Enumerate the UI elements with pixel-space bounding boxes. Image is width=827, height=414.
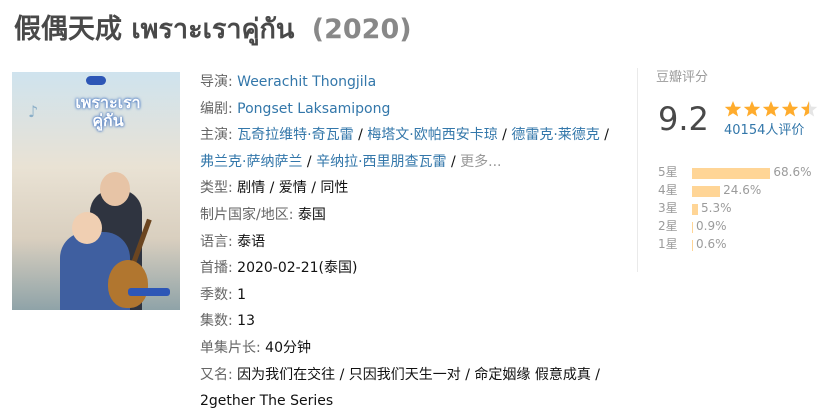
rating-stars xyxy=(724,100,818,118)
rating-breakdown: 5星 68.6% 4星 24.6% 3星 5.3% 2星 0.9% 1星 0.6% xyxy=(658,163,827,253)
cast-link-3[interactable]: 德雷克·莱德克 xyxy=(511,127,599,143)
poster-badge xyxy=(128,288,170,296)
rating-bar-label: 1星 xyxy=(658,237,678,251)
guitar xyxy=(108,260,148,308)
country-value: 泰国 xyxy=(297,206,326,223)
rating-bar-row: 5星 68.6% xyxy=(658,163,827,181)
seasons-label: 季数 xyxy=(200,286,228,303)
rating-bar-pct: 5.3% xyxy=(701,201,732,215)
poster-title-line1: เพราะเรา xyxy=(75,93,141,112)
rating-bar xyxy=(692,240,693,251)
cast-link-2[interactable]: 梅塔文·欧帕西安卡琼 xyxy=(367,127,497,143)
music-note-icon: ♪ xyxy=(28,102,39,121)
poster-title: เพราะเรา คู่กัน xyxy=(68,94,148,130)
rating-bar-pct: 68.6% xyxy=(773,165,812,179)
rating-bar-label: 4星 xyxy=(658,183,678,197)
genre-1: 剧情 xyxy=(237,180,266,197)
rating-bar-pct: 0.6% xyxy=(696,237,727,251)
cast-row: 主演: 瓦奇拉维特·奇瓦雷 / 梅塔文·欧帕西安卡琼 / 德雷克·莱德克 / 弗… xyxy=(200,127,609,170)
premiere-label: 首播 xyxy=(200,260,228,277)
rating-header: 豆瓣评分 xyxy=(656,70,709,85)
language-row: 语言: 泰语 xyxy=(200,233,266,250)
genre-row: 类型: 剧情 / 爱情 / 同性 xyxy=(200,180,349,197)
director-label: 导演 xyxy=(200,74,228,90)
language-value: 泰语 xyxy=(237,233,266,250)
aka-value: 因为我们在交往 / 只因我们天生一对 / 命定姻缘 假意成真 / 2gether… xyxy=(200,366,601,410)
director-link[interactable]: Weerachit Thongjila xyxy=(237,74,376,90)
aka-label: 又名 xyxy=(200,366,228,383)
episodes-value: 13 xyxy=(237,313,255,330)
rating-bar-pct: 24.6% xyxy=(723,183,762,197)
title-year: (2020) xyxy=(311,14,412,45)
genre-2: 爱情 xyxy=(278,180,307,197)
genre-3: 同性 xyxy=(320,180,349,197)
rating-bar-row: 3星 5.3% xyxy=(658,199,827,217)
writer-row: 编剧: Pongset Laksamipong xyxy=(200,100,391,117)
language-label: 语言 xyxy=(200,233,228,250)
rating-count-link[interactable]: 40154人评价 xyxy=(724,122,804,140)
rating-bar xyxy=(692,222,694,233)
star-icon xyxy=(762,101,780,117)
episodes-row: 集数: 13 xyxy=(200,313,255,330)
title-cn: 假偶天成 xyxy=(14,14,122,45)
cast-link-4[interactable]: 弗兰克·萨纳萨兰 xyxy=(200,154,302,170)
rating-score: 9.2 xyxy=(658,100,709,138)
episodes-label: 集数 xyxy=(200,313,228,330)
rating-bar-row: 1星 0.6% xyxy=(658,235,827,253)
poster-figure-front-head xyxy=(72,212,102,244)
star-icon xyxy=(800,101,818,117)
runtime-value: 40分钟 xyxy=(265,339,311,356)
poster-figure-back-head xyxy=(100,172,130,206)
seasons-row: 季数: 1 xyxy=(200,286,247,303)
cast-more-link[interactable]: 更多... xyxy=(460,154,501,170)
page-title: 假偶天成 เพราะเราคู่กัน (2020) xyxy=(14,10,412,50)
runtime-row: 单集片长: 40分钟 xyxy=(200,339,311,356)
cast-label: 主演 xyxy=(200,127,228,144)
info-panel: 导演: Weerachit Thongjila 编剧: Pongset Laks… xyxy=(200,69,624,414)
rating-bar-label: 3星 xyxy=(658,201,678,215)
rating-bar-label: 2星 xyxy=(658,219,678,233)
director-row: 导演: Weerachit Thongjila xyxy=(200,74,377,90)
runtime-label: 单集片长 xyxy=(200,339,256,356)
rating-bar xyxy=(692,168,771,179)
channel-logo xyxy=(86,76,106,85)
star-icon xyxy=(781,101,799,117)
poster-title-line2: คู่กัน xyxy=(92,111,124,130)
seasons-value: 1 xyxy=(237,286,247,303)
cast-link-1[interactable]: 瓦奇拉维特·奇瓦雷 xyxy=(237,127,353,143)
cast-link-5[interactable]: 辛纳拉·西里朋查瓦雷 xyxy=(316,154,446,170)
rating-bar-label: 5星 xyxy=(658,165,678,179)
premiere-row: 首播: 2020-02-21(泰国) xyxy=(200,260,358,277)
rating-bar-row: 2星 0.9% xyxy=(658,217,827,235)
premiere-value: 2020-02-21(泰国) xyxy=(237,260,358,277)
aka-row: 又名: 因为我们在交往 / 只因我们天生一对 / 命定姻缘 假意成真 / 2ge… xyxy=(200,366,601,410)
country-label: 制片国家/地区 xyxy=(200,206,289,223)
genre-label: 类型 xyxy=(200,180,228,197)
star-icon xyxy=(743,101,761,117)
writer-label: 编剧 xyxy=(200,100,228,117)
star-icon xyxy=(724,101,742,117)
rating-bar-row: 4星 24.6% xyxy=(658,181,827,199)
poster-image[interactable]: ♪ เพราะเรา คู่กัน xyxy=(12,72,180,310)
rating-bar-pct: 0.9% xyxy=(696,219,727,233)
country-row: 制片国家/地区: 泰国 xyxy=(200,206,326,223)
title-th: เพราะเราคู่กัน xyxy=(131,14,295,45)
rating-bar xyxy=(692,186,721,197)
writer-link[interactable]: Pongset Laksamipong xyxy=(237,101,390,117)
rating-panel: 豆瓣评分 9.2 40154人评价 5星 68.6% 4星 24.6% 3星 5.3% 2星… xyxy=(637,68,827,272)
rating-bar xyxy=(692,204,699,215)
